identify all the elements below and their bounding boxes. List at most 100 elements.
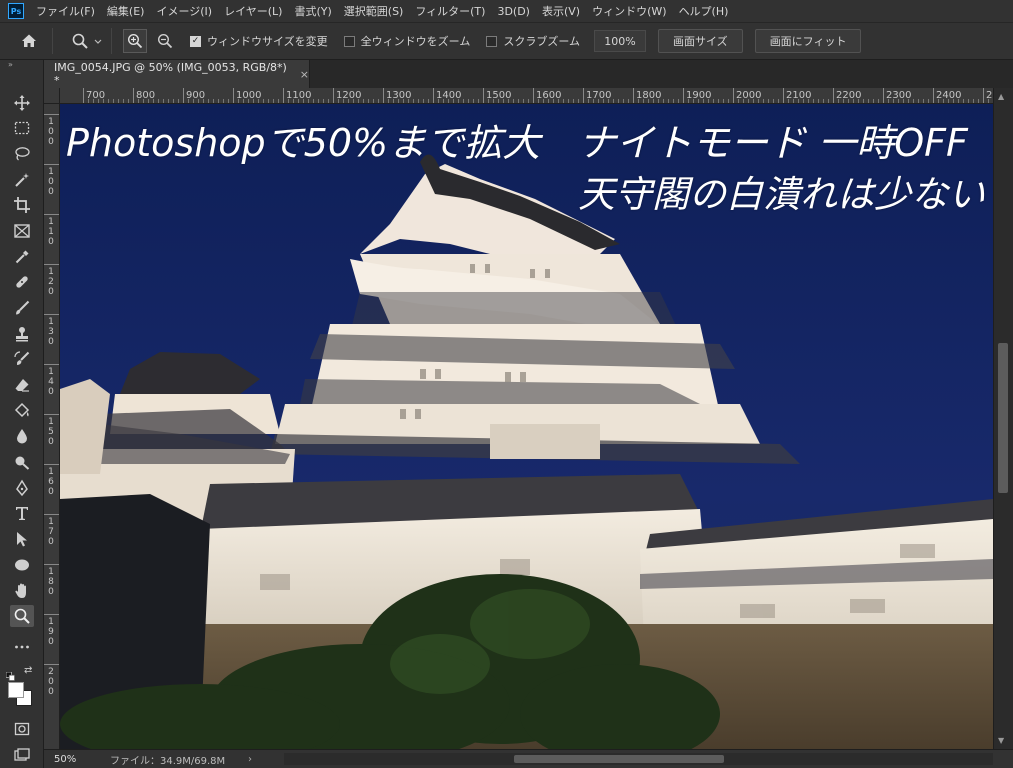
horizontal-ruler[interactable]: 700 800 900 1000 1100 1200 1300 1400 1500 1600 170… bbox=[60, 88, 993, 104]
more-dots-icon bbox=[15, 645, 29, 649]
frame-tool[interactable] bbox=[10, 220, 34, 242]
ruler-minor-tick bbox=[208, 99, 209, 103]
lasso-tool[interactable] bbox=[10, 143, 34, 165]
magic-wand-tool[interactable] bbox=[10, 169, 34, 191]
marquee-tool[interactable] bbox=[10, 117, 34, 139]
edit-toolbar-button[interactable] bbox=[10, 636, 34, 658]
resize-windows-checkbox[interactable]: ✓ ウィンドウサイズを変更 bbox=[190, 33, 328, 49]
ruler-tick bbox=[44, 264, 59, 265]
history-brush-tool[interactable] bbox=[10, 348, 34, 370]
vertical-scrollbar[interactable]: ▲ ▼ bbox=[993, 88, 1013, 749]
ellipse-tool[interactable] bbox=[10, 554, 34, 576]
ruler-label: 1 0 0 bbox=[48, 117, 54, 147]
menu-edit[interactable]: 編集(E) bbox=[101, 3, 151, 19]
zoom-percent-field[interactable]: 100% bbox=[594, 30, 647, 52]
zoom-all-windows-checkbox[interactable]: 全ウィンドウをズーム bbox=[343, 33, 470, 49]
pen-tool[interactable] bbox=[10, 477, 34, 499]
vertical-scroll-thumb[interactable] bbox=[998, 343, 1008, 493]
collapse-toolbar-icon[interactable]: » bbox=[0, 60, 43, 70]
ruler-minor-tick bbox=[428, 99, 429, 103]
ruler-tick bbox=[44, 214, 59, 215]
home-button[interactable] bbox=[14, 26, 44, 56]
foreground-color-swatch[interactable] bbox=[8, 682, 24, 698]
zoom-out-button[interactable] bbox=[153, 29, 177, 53]
document-canvas[interactable]: Photoshopで50%まで拡大 ナイトモード 一時OFF 天守閣の白潰れは少… bbox=[60, 104, 993, 749]
brush-tool[interactable] bbox=[10, 297, 34, 319]
quick-mask-button[interactable] bbox=[10, 718, 34, 740]
paint-bucket-tool[interactable] bbox=[10, 400, 34, 422]
ruler-minor-tick bbox=[443, 99, 444, 103]
menu-select[interactable]: 選択範囲(S) bbox=[338, 3, 410, 19]
default-colors-icon[interactable] bbox=[5, 666, 15, 681]
status-menu-arrow[interactable]: › bbox=[240, 754, 260, 765]
ruler-minor-tick bbox=[263, 99, 264, 103]
type-tool[interactable] bbox=[10, 502, 34, 524]
menu-view[interactable]: 表示(V) bbox=[536, 3, 586, 19]
ruler-minor-tick bbox=[663, 99, 664, 103]
dodge-tool[interactable] bbox=[10, 451, 34, 473]
ruler-minor-tick bbox=[588, 99, 589, 103]
ruler-tick bbox=[483, 88, 484, 103]
screen-mode-button[interactable] bbox=[10, 744, 34, 766]
ruler-minor-tick bbox=[148, 99, 149, 103]
menu-image[interactable]: イメージ(I) bbox=[150, 3, 218, 19]
vertical-ruler[interactable]: 1 0 0 1 0 0 1 1 0 1 2 0 1 3 0 1 4 0 1 5 0 1 6 0… bbox=[44, 104, 60, 749]
zoom-tool[interactable] bbox=[10, 605, 34, 627]
horizontal-scrollbar[interactable] bbox=[284, 753, 993, 765]
fit-screen-button[interactable]: 画面サイズ bbox=[658, 29, 743, 53]
ruler-minor-tick bbox=[873, 99, 874, 103]
ruler-minor-tick bbox=[553, 99, 554, 103]
menu-help[interactable]: ヘルプ(H) bbox=[673, 3, 735, 19]
menu-3d[interactable]: 3D(D) bbox=[491, 5, 536, 18]
hand-icon bbox=[15, 583, 26, 598]
ruler-minor-tick bbox=[593, 99, 594, 103]
ellipse-icon bbox=[15, 559, 29, 571]
menu-type[interactable]: 書式(Y) bbox=[288, 3, 337, 19]
path-selection-tool[interactable] bbox=[10, 528, 34, 550]
ruler-minor-tick bbox=[968, 99, 969, 103]
zoom-level-field[interactable]: 50% bbox=[44, 754, 90, 765]
ruler-origin[interactable] bbox=[44, 88, 60, 104]
document-tab[interactable]: IMG_0054.JPG @ 50% (IMG_0053, RGB/8*) * … bbox=[44, 60, 310, 88]
healing-brush-tool[interactable] bbox=[10, 271, 34, 293]
menu-filter[interactable]: フィルター(T) bbox=[409, 3, 491, 19]
menu-bar: Ps ファイル(F) 編集(E) イメージ(I) レイヤー(L) 書式(Y) 選… bbox=[0, 0, 1013, 22]
menu-layer[interactable]: レイヤー(L) bbox=[218, 3, 288, 19]
menu-window[interactable]: ウィンドウ(W) bbox=[586, 3, 672, 19]
ruler-minor-tick bbox=[93, 99, 94, 103]
ruler-minor-tick bbox=[408, 99, 409, 103]
photoshop-logo[interactable]: Ps bbox=[8, 3, 24, 19]
eraser-tool[interactable] bbox=[10, 374, 34, 396]
eyedropper-tool[interactable] bbox=[10, 246, 34, 268]
ruler-minor-tick bbox=[803, 99, 804, 103]
ruler-minor-tick bbox=[258, 99, 259, 103]
ruler-minor-tick bbox=[863, 99, 864, 103]
scroll-down-icon[interactable]: ▼ bbox=[998, 736, 1004, 745]
ruler-minor-tick bbox=[178, 99, 179, 103]
ruler-minor-tick bbox=[898, 99, 899, 103]
ruler-tick bbox=[44, 514, 59, 515]
menu-file[interactable]: ファイル(F) bbox=[30, 3, 101, 19]
ruler-minor-tick bbox=[358, 99, 359, 103]
tool-preset-picker[interactable] bbox=[71, 32, 103, 50]
hand-tool[interactable] bbox=[10, 580, 34, 602]
fill-screen-button[interactable]: 画面にフィット bbox=[754, 29, 862, 53]
ruler-tick bbox=[333, 88, 334, 103]
move-tool[interactable] bbox=[10, 92, 34, 114]
clone-stamp-tool[interactable] bbox=[10, 323, 34, 345]
swap-colors-icon[interactable]: ⇄ bbox=[24, 665, 32, 676]
crop-tool[interactable] bbox=[10, 194, 34, 216]
blur-tool[interactable] bbox=[10, 425, 34, 447]
droplet-icon bbox=[17, 429, 27, 444]
zoom-in-button[interactable] bbox=[123, 29, 147, 53]
ruler-minor-tick bbox=[623, 99, 624, 103]
ruler-minor-tick bbox=[538, 99, 539, 103]
ruler-minor-tick bbox=[393, 99, 394, 103]
horizontal-scroll-thumb[interactable] bbox=[514, 755, 724, 763]
ruler-minor-tick bbox=[753, 99, 754, 103]
close-icon[interactable]: × bbox=[300, 68, 309, 81]
scrubby-zoom-checkbox[interactable]: スクラブズーム bbox=[486, 33, 580, 49]
ruler-minor-tick bbox=[653, 99, 654, 103]
ruler-tick bbox=[933, 88, 934, 103]
scroll-up-icon[interactable]: ▲ bbox=[998, 92, 1004, 101]
